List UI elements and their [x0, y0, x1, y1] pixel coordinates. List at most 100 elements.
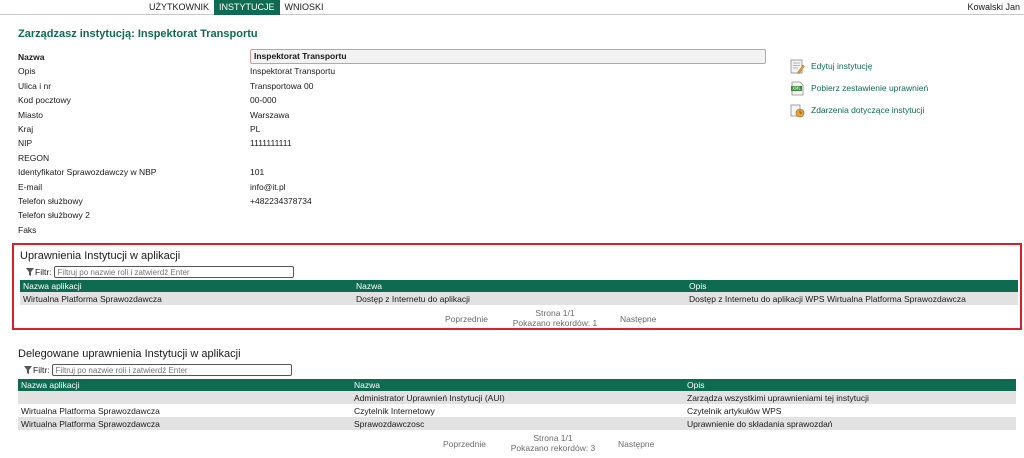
role-filter-input[interactable] — [53, 266, 294, 278]
detail-row-email: E-mail info@it.pl — [18, 180, 768, 194]
column-header-name[interactable]: Nazwa — [351, 379, 684, 391]
page-number: Strona 1/1 — [535, 308, 575, 318]
cell-app-name: Wirtualna Platforma Sprawozdawcza — [18, 404, 351, 417]
cell-app-name: Wirtualna Platforma Sprawozdawcza — [18, 417, 351, 430]
filter-icon — [26, 268, 34, 276]
role-filter-input[interactable] — [51, 364, 292, 376]
page-info: Strona 1/1 Pokazano rekordów: 3 — [508, 433, 598, 453]
column-header-name[interactable]: Nazwa — [353, 280, 686, 292]
institution-actions: Edytuj instytucję XML Pobierz zestawieni… — [790, 55, 928, 121]
record-count: Pokazano rekordów: 3 — [510, 443, 596, 453]
detail-row-faks: Faks — [18, 223, 768, 237]
detail-row-nip: NIP 1111111111 — [18, 136, 768, 150]
download-permissions-link[interactable]: XML Pobierz zestawienie uprawnień — [790, 77, 928, 99]
institution-events-label: Zdarzenia dotyczące instytucji — [811, 105, 925, 115]
table-header-row: Nazwa aplikacji Nazwa Opis — [20, 280, 1018, 292]
detail-value: 1111111111 — [250, 138, 292, 149]
detail-row-kod-pocztowy: Kod pocztowy 00-000 — [18, 93, 768, 107]
institution-permissions-section: Uprawnienia Instytucji w aplikacji Filtr… — [12, 243, 1022, 330]
cell-app-name: Wirtualna Platforma Sprawozdawcza — [20, 292, 353, 305]
filter-icon — [24, 366, 32, 374]
detail-label: Nazwa — [18, 52, 45, 62]
cell-name: Dostęp z Internetu do aplikacji — [353, 292, 686, 305]
page-title: Zarządzasz instytucją: Inspektorat Trans… — [18, 28, 258, 40]
table-row[interactable]: Wirtualna Platforma Sprawozdawcza Czytel… — [18, 404, 1016, 417]
cell-description: Uprawnienie do składania sprawozdań — [684, 417, 1016, 430]
edit-institution-label: Edytuj instytucję — [811, 61, 873, 71]
page-info: Strona 1/1 Pokazano rekordów: 1 — [510, 308, 600, 328]
previous-page-button[interactable]: Poprzednie — [445, 314, 488, 324]
institution-details: Nazwa Inspektorat Transportu Opis Inspek… — [18, 49, 768, 237]
detail-label: Kraj — [18, 123, 34, 134]
detail-label: Telefon służbowy 2 — [18, 210, 90, 221]
nav-item-wnioski[interactable]: WNIOSKI — [280, 0, 329, 15]
top-navigation-bar: UŻYTKOWNIK INSTYTUCJE WNIOSKI Kowalski J… — [0, 0, 1024, 15]
filter-label: Filtr: — [24, 365, 50, 375]
previous-page-button[interactable]: Poprzednie — [443, 439, 486, 449]
svg-text:XML: XML — [792, 86, 801, 91]
column-header-app-name[interactable]: Nazwa aplikacji — [20, 280, 353, 292]
detail-row-identyfikator-nbp: Identyfikator Sprawozdawczy w NBP 101 — [18, 165, 768, 179]
filter-bar: Filtr: — [26, 266, 294, 278]
filter-bar: Filtr: — [24, 364, 292, 376]
nav-item-instytucje[interactable]: INSTYTUCJE — [214, 0, 280, 15]
section-title: Uprawnienia Instytucji w aplikacji — [20, 250, 181, 262]
column-header-description[interactable]: Opis — [686, 280, 1018, 292]
detail-value: 00-000 — [250, 95, 277, 106]
table-header-row: Nazwa aplikacji Nazwa Opis — [18, 379, 1016, 391]
detail-value: PL — [250, 123, 261, 134]
xml-file-icon: XML — [790, 81, 805, 96]
page-number: Strona 1/1 — [533, 433, 573, 443]
institution-events-link[interactable]: Zdarzenia dotyczące instytucji — [790, 99, 928, 121]
delegated-permissions-table: Nazwa aplikacji Nazwa Opis Administrator… — [18, 379, 1016, 430]
filter-label: Filtr: — [26, 267, 52, 277]
detail-row-kraj: Kraj PL — [18, 122, 768, 136]
cell-description: Czytelnik artykułów WPS — [684, 404, 1016, 417]
detail-label: Miasto — [18, 109, 44, 120]
download-permissions-label: Pobierz zestawienie uprawnień — [811, 83, 929, 93]
detail-label: Faks — [18, 224, 37, 235]
detail-label: E-mail — [18, 181, 43, 192]
cell-name: Czytelnik Internetowy — [351, 404, 684, 417]
record-count: Pokazano rekordów: 1 — [512, 318, 598, 328]
cell-name: Administrator Uprawnień Instytucji (AUI) — [351, 391, 684, 404]
detail-label: Kod pocztowy — [18, 95, 71, 106]
detail-label: NIP — [18, 138, 33, 149]
institution-name-field[interactable]: Inspektorat Transportu — [250, 49, 766, 64]
detail-row-nazwa: Nazwa Inspektorat Transportu — [18, 49, 768, 64]
detail-row-miasto: Miasto Warszawa — [18, 108, 768, 122]
table-row[interactable]: Wirtualna Platforma Sprawozdawcza Sprawo… — [18, 417, 1016, 430]
next-page-button[interactable]: Następne — [618, 439, 654, 449]
detail-value: 101 — [250, 167, 265, 178]
detail-label: REGON — [18, 152, 50, 163]
detail-label: Opis — [18, 66, 36, 77]
cell-name: Sprawozdawczosc — [351, 417, 684, 430]
column-header-app-name[interactable]: Nazwa aplikacji — [18, 379, 351, 391]
detail-label: Identyfikator Sprawozdawczy w NBP — [18, 167, 157, 178]
detail-value: Transportowa 00 — [250, 80, 314, 91]
cell-description: Dostęp z Internetu do aplikacji WPS Wirt… — [686, 292, 1018, 305]
permissions-table: Nazwa aplikacji Nazwa Opis Wirtualna Pla… — [20, 280, 1018, 305]
detail-value: Inspektorat Transportu — [250, 66, 336, 77]
column-header-description[interactable]: Opis — [684, 379, 1016, 391]
detail-row-telefon-2: Telefon służbowy 2 — [18, 208, 768, 222]
detail-row-opis: Opis Inspektorat Transportu — [18, 64, 768, 78]
detail-row-telefon: Telefon służbowy +482234378734 — [18, 194, 768, 208]
table-row[interactable]: Administrator Uprawnień Instytucji (AUI)… — [18, 391, 1016, 404]
edit-document-icon — [790, 59, 805, 74]
filter-label-text: Filtr: — [33, 365, 50, 375]
next-page-button[interactable]: Następne — [620, 314, 656, 324]
current-user-name[interactable]: Kowalski Jan — [967, 0, 1020, 15]
detail-row-regon: REGON — [18, 151, 768, 165]
detail-label: Ulica i nr — [18, 80, 52, 91]
nav-item-uzytkownik[interactable]: UŻYTKOWNIK — [144, 0, 214, 15]
events-icon — [790, 103, 805, 118]
table-row[interactable]: Wirtualna Platforma Sprawozdawcza Dostęp… — [20, 292, 1018, 305]
detail-value: Warszawa — [250, 109, 290, 120]
pagination: Poprzednie Strona 1/1 Pokazano rekordów:… — [18, 433, 1016, 455]
edit-institution-link[interactable]: Edytuj instytucję — [790, 55, 928, 77]
section-title: Delegowane uprawnienia Instytucji w apli… — [18, 348, 241, 360]
filter-label-text: Filtr: — [35, 267, 52, 277]
detail-row-ulica: Ulica i nr Transportowa 00 — [18, 79, 768, 93]
cell-description: Zarządza wszystkimi uprawnieniami tej in… — [684, 391, 1016, 404]
